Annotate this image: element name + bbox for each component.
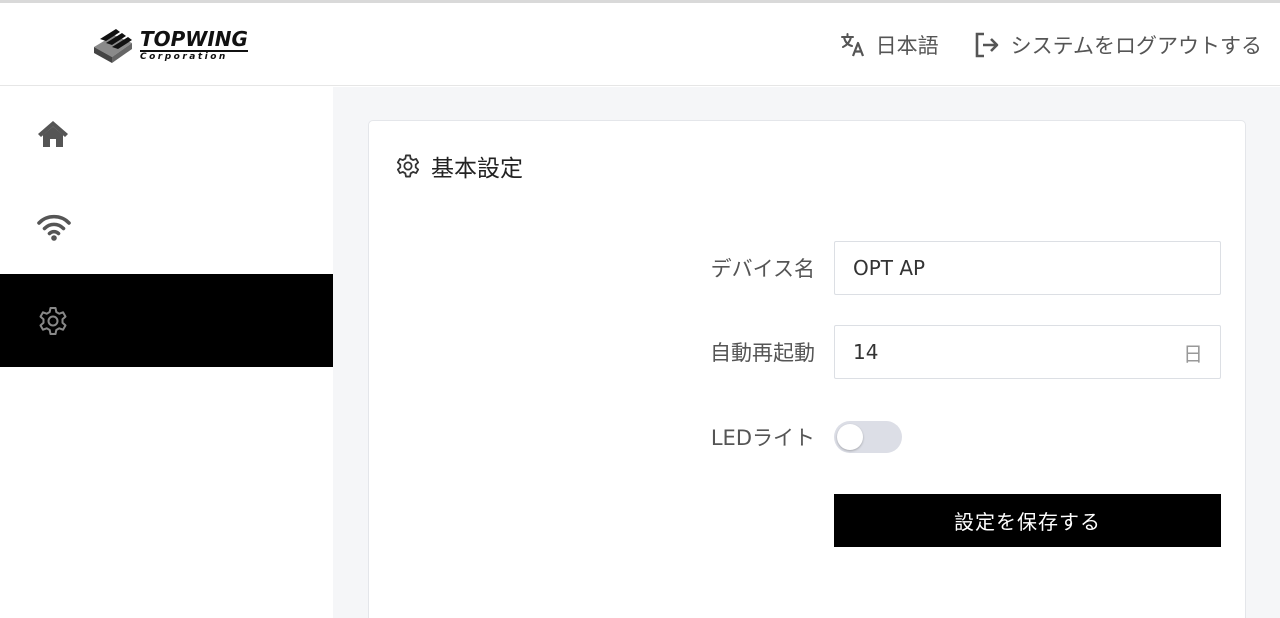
- logout-button[interactable]: システムをログアウトする: [973, 30, 1262, 60]
- card-header: 基本設定: [395, 149, 523, 183]
- device-name-row: デバイス名: [369, 241, 1247, 295]
- gear-icon: [396, 154, 420, 178]
- wifi-icon: [37, 214, 71, 241]
- home-icon: [38, 120, 68, 147]
- language-switcher[interactable]: 日本語: [840, 30, 939, 60]
- sidebar-item-settings[interactable]: [0, 274, 333, 367]
- auto-reboot-unit: 日: [1183, 341, 1203, 366]
- gear-icon: [39, 306, 67, 335]
- language-label: 日本語: [875, 34, 939, 58]
- led-label: LEDライト: [710, 426, 815, 450]
- header-actions: 日本語 システムをログアウトする: [840, 27, 1262, 63]
- led-toggle-knob: [837, 424, 863, 450]
- translate-icon: [840, 33, 864, 57]
- led-row: LEDライト: [369, 410, 1247, 464]
- logo-wordmark: TOPWING Corporation: [140, 29, 248, 62]
- top-header: TOPWING Corporation 日本語 システムをログアウトする: [0, 3, 1280, 86]
- device-name-label: デバイス名: [710, 257, 815, 281]
- logo-brand-text: TOPWING: [140, 26, 248, 52]
- card-title: 基本設定: [431, 156, 523, 182]
- settings-card: 基本設定 デバイス名 自動再起動 日 LEDライト 設定を保存する: [368, 120, 1246, 618]
- led-toggle[interactable]: [834, 421, 902, 453]
- auto-reboot-row: 自動再起動 日: [369, 325, 1247, 379]
- save-settings-button[interactable]: 設定を保存する: [834, 494, 1221, 547]
- sidebar-item-wifi[interactable]: [0, 180, 333, 273]
- logo-sub-text: Corporation: [140, 51, 228, 62]
- logout-icon: [975, 32, 998, 58]
- sidebar: [0, 87, 333, 618]
- main-content: 基本設定 デバイス名 自動再起動 日 LEDライト 設定を保存する: [333, 87, 1280, 618]
- company-logo: TOPWING Corporation: [90, 23, 265, 67]
- sidebar-item-home[interactable]: [0, 87, 333, 180]
- auto-reboot-label: 自動再起動: [710, 341, 815, 365]
- auto-reboot-input[interactable]: [834, 325, 1221, 379]
- logout-label: システムをログアウトする: [1010, 34, 1262, 58]
- device-name-input[interactable]: [834, 241, 1221, 295]
- topwing-logo-mark-icon: [94, 29, 132, 63]
